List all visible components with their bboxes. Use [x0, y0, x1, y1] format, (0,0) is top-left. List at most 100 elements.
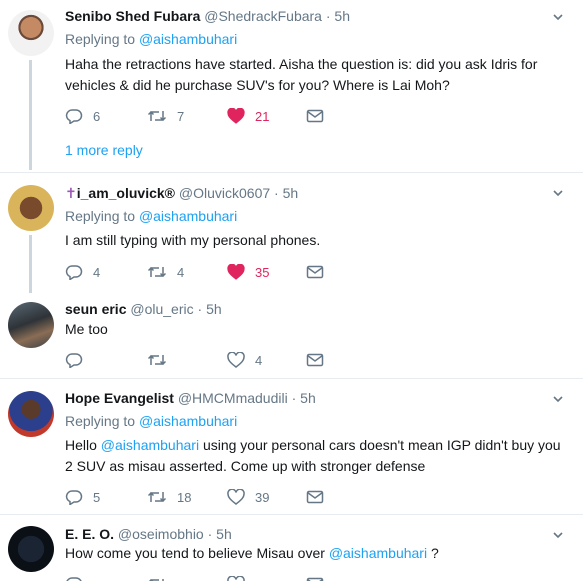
retweet-button[interactable]: 18 — [147, 487, 191, 507]
heart-icon — [227, 108, 245, 124]
mention-link[interactable]: @aishambuhari — [139, 31, 237, 47]
like-button[interactable] — [227, 574, 245, 581]
handle[interactable]: @ShedrackFubara — [204, 8, 322, 24]
like-count: 4 — [255, 352, 263, 368]
separator-dot: · — [207, 526, 213, 542]
tweet[interactable]: E. E. O. @oseimobhio · 5h How come you t… — [0, 515, 583, 581]
display-name[interactable]: Hope Evangelist — [65, 390, 174, 406]
retweet-icon — [147, 266, 167, 278]
timestamp[interactable]: 5h — [283, 185, 299, 201]
retweet-count: 4 — [177, 264, 185, 280]
mention-link[interactable]: @aishambuhari — [139, 413, 237, 429]
avatar[interactable] — [8, 10, 54, 56]
tweet[interactable]: Hope Evangelist @HMCMmadudili · 5h Reply… — [0, 379, 583, 514]
retweet-button[interactable]: 4 — [147, 262, 184, 282]
tweet-actions: 6 7 21 — [65, 106, 365, 126]
reply-icon — [65, 353, 83, 368]
heart-icon — [227, 489, 245, 505]
retweet-button[interactable]: 7 — [147, 106, 184, 126]
mention-link[interactable]: @aishambuhari — [101, 437, 199, 453]
tweet-header: Senibo Shed Fubara @ShedrackFubara · 5h — [65, 8, 350, 24]
replying-to-label: Replying to — [65, 413, 136, 429]
tweet-text-part: ? — [427, 545, 439, 561]
replying-to: Replying to @aishambuhari — [65, 208, 237, 224]
handle[interactable]: @Oluvick0607 — [179, 185, 270, 201]
tweet[interactable]: Senibo Shed Fubara @ShedrackFubara · 5h … — [0, 0, 583, 172]
like-count: 35 — [255, 264, 270, 280]
retweet-icon — [147, 491, 167, 503]
tweet[interactable]: ✝i_am_oluvick® @Oluvick0607 · 5h Replyin… — [0, 173, 583, 293]
tweet[interactable]: seun eric @olu_eric · 5h Me too 4 — [0, 291, 583, 378]
tweet-text: Hello @aishambuhari using your personal … — [65, 435, 570, 477]
like-button[interactable]: 39 — [227, 487, 269, 507]
reply-button[interactable]: 4 — [65, 262, 100, 282]
timestamp[interactable]: 5h — [206, 301, 222, 317]
tweet-header: Hope Evangelist @HMCMmadudili · 5h — [65, 390, 316, 406]
reply-count: 6 — [93, 108, 101, 124]
reply-button[interactable]: 6 — [65, 106, 100, 126]
display-name[interactable]: E. E. O. — [65, 526, 114, 542]
heart-icon — [227, 576, 245, 581]
avatar[interactable] — [8, 526, 54, 572]
separator-dot: · — [325, 8, 331, 24]
handle[interactable]: @olu_eric — [130, 301, 193, 317]
reply-icon — [65, 265, 83, 280]
tweet-actions: 4 — [65, 350, 365, 370]
retweet-count: 7 — [177, 108, 185, 124]
retweet-button[interactable] — [147, 574, 167, 581]
like-button[interactable]: 21 — [227, 106, 269, 126]
handle[interactable]: @oseimobhio — [118, 526, 204, 542]
reply-button[interactable] — [65, 574, 83, 581]
dm-button[interactable] — [306, 106, 324, 126]
retweet-button[interactable] — [147, 350, 177, 370]
reply-button[interactable]: 5 — [65, 487, 100, 507]
avatar[interactable] — [8, 185, 54, 231]
timestamp[interactable]: 5h — [334, 8, 350, 24]
dm-button[interactable] — [306, 262, 324, 282]
replying-to-label: Replying to — [65, 31, 136, 47]
reply-count: 5 — [93, 489, 101, 505]
mention-link[interactable]: @aishambuhari — [139, 208, 237, 224]
separator-dot: · — [197, 301, 203, 317]
display-name[interactable]: Senibo Shed Fubara — [65, 8, 200, 24]
mention-link[interactable]: @aishambuhari — [329, 545, 427, 561]
like-button[interactable]: 4 — [227, 350, 262, 370]
handle[interactable]: @HMCMmadudili — [178, 390, 288, 406]
heart-icon — [227, 352, 245, 368]
tweet-actions: 4 4 35 — [65, 262, 365, 282]
dm-icon — [306, 577, 324, 581]
caret-down-icon[interactable] — [553, 394, 563, 404]
like-count: 21 — [255, 108, 270, 124]
like-count: 39 — [255, 489, 270, 505]
like-button[interactable]: 35 — [227, 262, 269, 282]
dm-button[interactable] — [306, 350, 324, 370]
caret-down-icon[interactable] — [553, 188, 563, 198]
timestamp[interactable]: 5h — [216, 526, 232, 542]
tweet-text: Haha the retractions have started. Aisha… — [65, 56, 538, 93]
tweet-text-part: Hello — [65, 437, 101, 453]
dm-button[interactable] — [306, 574, 324, 581]
thread-line — [29, 60, 32, 170]
caret-down-icon[interactable] — [553, 530, 563, 540]
avatar[interactable] — [8, 391, 54, 437]
retweet-icon — [147, 110, 167, 122]
tweet-text: I am still typing with my personal phone… — [65, 232, 321, 248]
caret-down-icon[interactable] — [553, 12, 563, 22]
tweet-text: How come you tend to believe Misau over … — [65, 543, 570, 564]
heart-icon — [227, 264, 245, 280]
dm-icon — [306, 490, 324, 504]
timestamp[interactable]: 5h — [300, 390, 316, 406]
thread-line — [29, 235, 32, 293]
dm-button[interactable] — [306, 487, 324, 507]
more-replies-link[interactable]: 1 more reply — [65, 142, 143, 158]
dm-icon — [306, 353, 324, 367]
retweet-icon — [147, 354, 167, 366]
reply-icon — [66, 577, 82, 581]
tweet-header: E. E. O. @oseimobhio · 5h — [65, 526, 232, 542]
retweet-count: 18 — [177, 489, 192, 505]
tweet-actions — [65, 574, 365, 581]
reply-button[interactable] — [65, 350, 93, 370]
display-name[interactable]: ✝i_am_oluvick® — [65, 185, 175, 201]
display-name[interactable]: seun eric — [65, 301, 126, 317]
avatar[interactable] — [8, 302, 54, 348]
